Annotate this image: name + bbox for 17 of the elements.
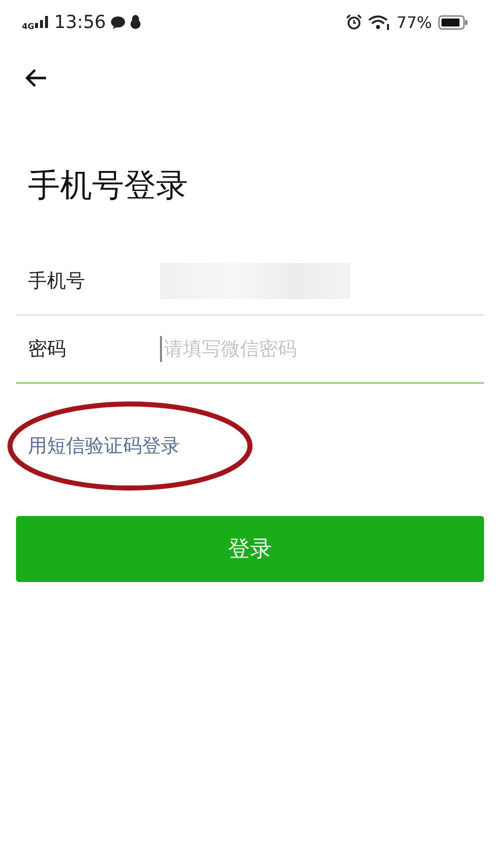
alarm-icon xyxy=(346,14,362,30)
password-field[interactable]: 请填写微信密码 xyxy=(162,338,484,360)
network-type: 4G xyxy=(22,22,34,30)
text-cursor xyxy=(160,336,162,362)
wifi-icon xyxy=(368,14,390,30)
field-label: 手机号 xyxy=(27,269,86,294)
back-arrow-icon xyxy=(24,68,48,88)
chat-bubble-icon xyxy=(111,16,126,28)
battery-percentage: 77% xyxy=(396,12,432,32)
sms-login-link[interactable]: 用短信验证码登录 xyxy=(28,433,180,460)
page-title: 手机号登录 xyxy=(28,166,189,204)
login-button[interactable]: 登录 xyxy=(16,516,484,582)
clock-time: 13:56 xyxy=(54,12,106,32)
penguin-icon xyxy=(130,15,142,29)
battery-icon xyxy=(438,14,468,30)
signal-icon xyxy=(35,16,50,28)
field-label: 密码 xyxy=(27,337,67,362)
